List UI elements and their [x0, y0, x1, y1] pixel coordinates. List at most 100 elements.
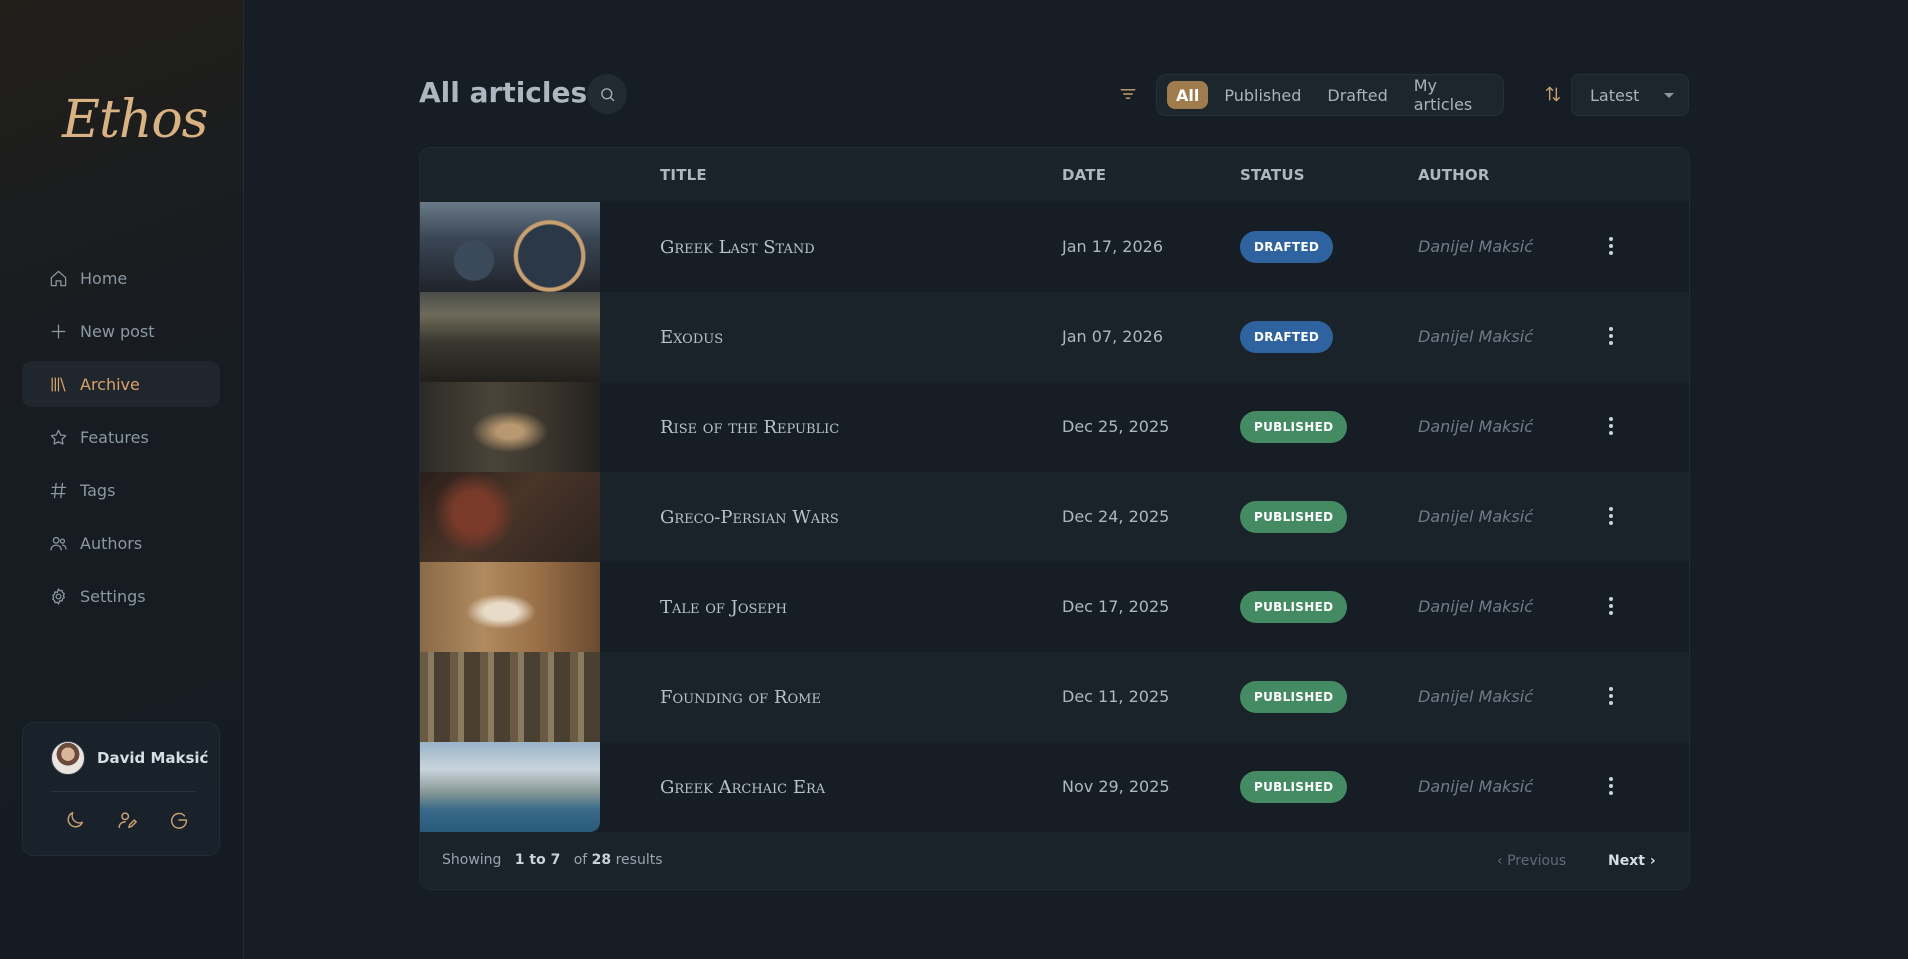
article-title[interactable]: Greek Archaic Era [660, 777, 825, 798]
tab-all[interactable]: All [1167, 81, 1209, 109]
sidebar-item-label: Features [80, 427, 149, 447]
sort-select[interactable]: Latest [1571, 74, 1689, 116]
next-label: Next [1608, 853, 1645, 869]
article-date: Dec 17, 2025 [1062, 597, 1170, 616]
library-icon [48, 374, 68, 394]
article-author: Danijel Maksić [1418, 507, 1533, 526]
article-date: Dec 11, 2025 [1062, 687, 1170, 706]
user-actions [23, 792, 219, 832]
previous-button[interactable]: ‹ Previous [1497, 853, 1566, 869]
more-vertical-icon [1609, 777, 1613, 795]
column-header-status[interactable]: STATUS [1240, 166, 1305, 184]
users-icon [48, 533, 68, 553]
next-button[interactable]: Next › [1608, 853, 1656, 869]
article-title[interactable]: Rise of the Republic [660, 417, 839, 438]
results-range: 1 to 7 [514, 852, 561, 868]
tab-my-articles[interactable]: My articles [1401, 76, 1503, 114]
status-badge: PUBLISHED [1240, 771, 1348, 803]
row-menu-button[interactable] [1600, 413, 1622, 439]
article-thumbnail[interactable] [420, 652, 600, 742]
article-title[interactable]: Founding of Rome [660, 687, 821, 708]
article-thumbnail[interactable] [420, 292, 600, 382]
chevron-down-icon [1664, 93, 1674, 98]
status-badge: DRAFTED [1240, 231, 1334, 263]
hash-icon [48, 480, 68, 500]
avatar [51, 741, 85, 775]
previous-label: Previous [1507, 853, 1567, 869]
tab-drafted[interactable]: Drafted [1314, 81, 1400, 109]
table-row[interactable]: Greek Archaic Era Nov 29, 2025 PUBLISHED… [420, 742, 1689, 832]
row-menu-button[interactable] [1600, 593, 1622, 619]
sidebar-item-label: Tags [80, 480, 116, 500]
user-profile[interactable]: David Maksić [23, 723, 219, 775]
sidebar: Ethos Home New post Archive Features Tag… [0, 0, 244, 959]
of-label: of [573, 852, 588, 868]
app-logo[interactable]: Ethos [62, 90, 208, 150]
article-date: Jan 17, 2026 [1062, 237, 1163, 256]
sidebar-item-label: Authors [80, 533, 143, 553]
article-title[interactable]: Greek Last Stand [660, 237, 815, 258]
sidebar-item-label: Archive [80, 374, 140, 394]
moon-icon[interactable] [63, 808, 87, 832]
article-author: Danijel Maksić [1418, 597, 1533, 616]
table-row[interactable]: Exodus Jan 07, 2026 DRAFTED Danijel Maks… [420, 292, 1689, 382]
table-row[interactable]: Founding of Rome Dec 11, 2025 PUBLISHED … [420, 652, 1689, 742]
sidebar-item-label: Home [80, 268, 128, 288]
column-header-date[interactable]: DATE [1062, 166, 1106, 184]
article-author: Danijel Maksić [1418, 327, 1533, 346]
more-vertical-icon [1609, 237, 1613, 255]
row-menu-button[interactable] [1600, 233, 1622, 259]
row-menu-button[interactable] [1600, 503, 1622, 529]
page-title: All articles [419, 76, 588, 109]
row-menu-button[interactable] [1600, 773, 1622, 799]
more-vertical-icon [1609, 327, 1613, 345]
status-badge: PUBLISHED [1240, 681, 1348, 713]
sidebar-item-settings[interactable]: Settings [22, 573, 220, 619]
more-vertical-icon [1609, 507, 1613, 525]
row-menu-button[interactable] [1600, 323, 1622, 349]
more-vertical-icon [1609, 597, 1613, 615]
tab-published[interactable]: Published [1211, 81, 1314, 109]
sidebar-item-authors[interactable]: Authors [22, 520, 220, 566]
more-vertical-icon [1609, 687, 1613, 705]
search-button[interactable] [587, 74, 627, 114]
article-thumbnail[interactable] [420, 742, 600, 832]
chevron-right-icon: › [1649, 853, 1656, 869]
sidebar-item-home[interactable]: Home [22, 255, 220, 301]
sidebar-item-features[interactable]: Features [22, 414, 220, 460]
row-menu-button[interactable] [1600, 683, 1622, 709]
article-thumbnail[interactable] [420, 562, 600, 652]
article-title[interactable]: Tale of Joseph [660, 597, 787, 618]
article-date: Dec 25, 2025 [1062, 417, 1170, 436]
user-edit-icon[interactable] [115, 808, 139, 832]
column-header-title[interactable]: TITLE [660, 166, 707, 184]
article-author: Danijel Maksić [1418, 687, 1533, 706]
table-row[interactable]: Greco-Persian Wars Dec 24, 2025 PUBLISHE… [420, 472, 1689, 562]
status-badge: PUBLISHED [1240, 501, 1348, 533]
article-title[interactable]: Exodus [660, 327, 723, 348]
plus-icon [48, 321, 68, 341]
sort-icon[interactable] [1543, 84, 1565, 106]
sidebar-item-new-post[interactable]: New post [22, 308, 220, 354]
article-thumbnail[interactable] [420, 472, 600, 562]
table-row[interactable]: Rise of the Republic Dec 25, 2025 PUBLIS… [420, 382, 1689, 472]
article-title[interactable]: Greco-Persian Wars [660, 507, 839, 528]
table-row[interactable]: Tale of Joseph Dec 17, 2025 PUBLISHED Da… [420, 562, 1689, 652]
column-header-author[interactable]: AUTHOR [1418, 166, 1490, 184]
status-badge: PUBLISHED [1240, 591, 1348, 623]
sidebar-item-label: New post [80, 321, 155, 341]
table-footer: Showing 1 to 7 of 28 results ‹ Previous … [420, 832, 1689, 889]
sidebar-item-archive[interactable]: Archive [22, 361, 220, 407]
chevron-left-icon: ‹ [1497, 853, 1503, 869]
results-summary: Showing 1 to 7 of 28 results [442, 852, 663, 868]
home-icon [48, 268, 68, 288]
main-content: All articles All Published Drafted My ar… [244, 0, 1908, 959]
article-thumbnail[interactable] [420, 202, 600, 292]
sidebar-item-tags[interactable]: Tags [22, 467, 220, 513]
results-total: 28 [591, 852, 612, 868]
article-date: Jan 07, 2026 [1062, 327, 1163, 346]
logout-icon[interactable] [167, 808, 191, 832]
filter-icon[interactable] [1118, 84, 1140, 106]
article-thumbnail[interactable] [420, 382, 600, 472]
table-row[interactable]: Greek Last Stand Jan 17, 2026 DRAFTED Da… [420, 202, 1689, 292]
